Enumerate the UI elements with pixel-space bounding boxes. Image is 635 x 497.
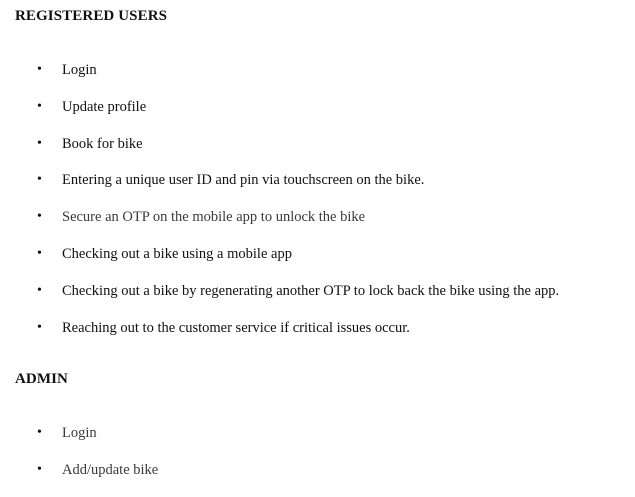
section-heading-admin: ADMIN (15, 371, 68, 387)
list-item-text: Login (62, 425, 97, 441)
list-item-text: Entering a unique user ID and pin via to… (62, 172, 425, 189)
list-item: • Add/update bike (0, 460, 635, 497)
list-item-text: Secure an OTP on the mobile app to unloc… (62, 209, 366, 226)
bullet-icon: • (37, 461, 42, 477)
list-item: • Entering a unique user ID and pin via … (0, 170, 635, 207)
bullet-icon: • (37, 319, 42, 335)
list-item: • Update profile (0, 97, 635, 134)
list-item-text: Checking out a bike by regenerating anot… (62, 282, 560, 299)
admin-list: • Login • Add/update bike (0, 423, 635, 497)
section-heading-registered-users: REGISTERED USERS (15, 8, 168, 24)
list-item-text: Reaching out to the customer service if … (62, 319, 410, 336)
list-item: • Checking out a bike by regenerating an… (0, 281, 635, 318)
bullet-icon: • (37, 62, 42, 77)
bullet-icon: • (37, 98, 42, 114)
bullet-icon: • (37, 135, 42, 151)
list-item: • Secure an OTP on the mobile app to unl… (0, 207, 635, 244)
list-item-text: Checking out a bike using a mobile app (62, 245, 292, 262)
list-item-text: Add/update bike (62, 461, 159, 478)
bullet-icon: • (37, 209, 42, 225)
list-item: • Checking out a bike using a mobile app (0, 244, 635, 281)
list-item: • Login (0, 423, 635, 460)
registered-users-list: • Login • Update profile • Book for bike… (0, 60, 635, 354)
list-item: • Reaching out to the customer service i… (0, 318, 635, 355)
list-item-text: Book for bike (62, 135, 143, 152)
bullet-icon: • (37, 172, 42, 188)
bullet-icon: • (37, 245, 42, 261)
list-item: • Login (0, 60, 635, 97)
list-item: • Book for bike (0, 134, 635, 171)
bullet-icon: • (37, 425, 42, 440)
list-item-text: Update profile (62, 98, 147, 115)
list-item-text: Login (62, 62, 97, 78)
bullet-icon: • (37, 282, 42, 298)
